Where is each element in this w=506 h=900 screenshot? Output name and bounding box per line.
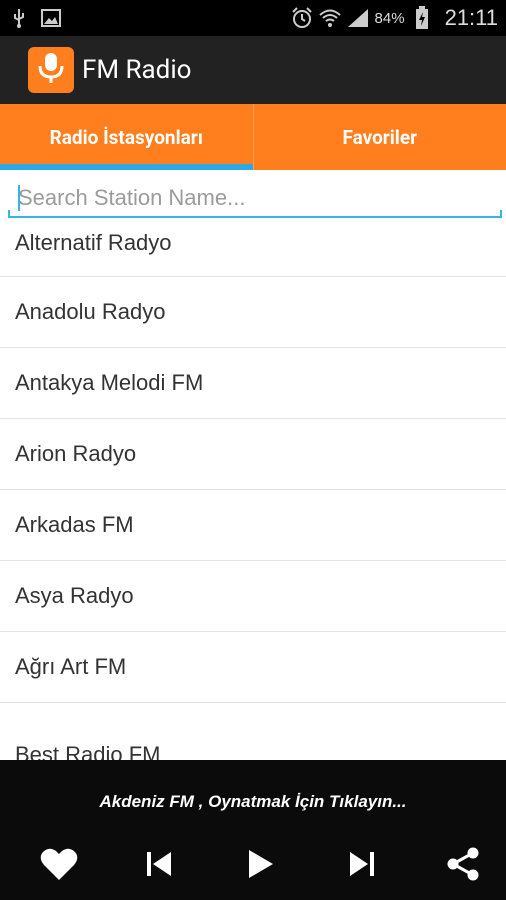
usb-icon [8, 7, 30, 29]
list-item[interactable]: Anadolu Radyo [0, 277, 506, 348]
clock: 21:11 [444, 5, 498, 30]
skip-next-icon[interactable] [340, 842, 384, 886]
now-playing-text[interactable]: Akdeniz FM , Oynatmak İçin Tıklayın... [0, 792, 506, 812]
tab-bar: Radio İstasyonları Favoriler [0, 104, 506, 170]
list-item[interactable]: Ağrı Art FM [0, 632, 506, 703]
player-bar: Akdeniz FM , Oynatmak İçin Tıklayın... [0, 760, 506, 900]
tab-favorites[interactable]: Favoriler [252, 104, 506, 170]
wifi-icon [318, 7, 341, 29]
station-list[interactable]: Alternatif Radyo Anadolu Radyo Antakya M… [0, 206, 506, 760]
play-icon[interactable] [238, 842, 282, 886]
skip-previous-icon[interactable] [137, 842, 181, 886]
heart-icon[interactable] [37, 842, 81, 886]
list-item[interactable]: Asya Radyo [0, 561, 506, 632]
signal-icon [347, 7, 369, 29]
image-icon [40, 7, 62, 29]
list-item[interactable]: Antakya Melodi FM [0, 348, 506, 419]
list-item[interactable]: Arion Radyo [0, 419, 506, 490]
list-item[interactable]: Arkadas FM [0, 490, 506, 561]
app-icon[interactable] [28, 47, 74, 93]
list-item[interactable]: Alternatif Radyo [0, 206, 506, 277]
tab-radio-stations[interactable]: Radio İstasyonları [0, 104, 253, 170]
alarm-icon [291, 7, 313, 29]
battery-percent: 84% [374, 9, 405, 27]
app-title: FM Radio [82, 55, 192, 85]
battery-charging-icon [411, 6, 433, 29]
share-icon[interactable] [441, 842, 485, 886]
status-bar: 84% 21:11 [0, 0, 506, 36]
microphone-icon [36, 51, 66, 89]
list-item[interactable]: Best Radio FM [0, 703, 506, 760]
action-bar: FM Radio [0, 36, 506, 104]
